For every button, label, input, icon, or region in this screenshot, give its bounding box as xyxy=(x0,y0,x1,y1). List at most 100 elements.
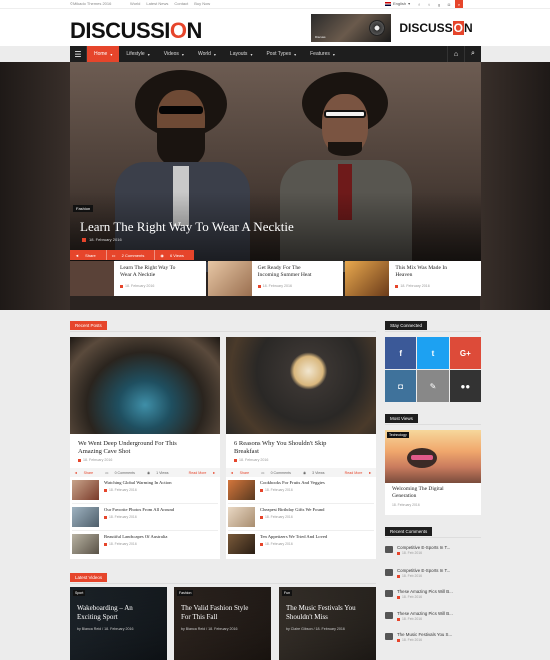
banner-wordmark: DISCUSS O N xyxy=(391,14,481,42)
most-viewed-post[interactable]: Technology Welcoming The Digital Generat… xyxy=(385,430,481,515)
cart-icon[interactable]: ⌂ xyxy=(447,46,464,62)
language-label: English xyxy=(393,1,407,6)
hero-category-badge[interactable]: Fashion xyxy=(73,205,94,212)
chevron-down-icon: ▾ xyxy=(147,51,150,57)
list-thumb xyxy=(72,507,99,527)
calendar-icon xyxy=(397,551,400,555)
list-title: Beautiful Landscapes Of Australia xyxy=(104,534,168,539)
top-link-buy-now[interactable]: Buy Now xyxy=(194,1,210,6)
section-divider xyxy=(385,331,481,332)
chevron-down-icon: ▾ xyxy=(332,51,335,57)
list-thumb xyxy=(72,534,99,554)
nav-item-layouts[interactable]: Layouts ▾ xyxy=(223,46,260,62)
nav-item-world[interactable]: World ▾ xyxy=(191,46,223,62)
recent-comment-item[interactable]: The Music Festivals You S... 18. Feb 2016 xyxy=(385,632,481,642)
comments-count[interactable]: ▭ 0 Comments xyxy=(101,471,143,475)
nav-item-home[interactable]: Home ▾ xyxy=(87,46,120,62)
facebook-icon[interactable]: f xyxy=(385,337,417,369)
chat-icon[interactable]: ●● xyxy=(449,370,481,402)
section-divider xyxy=(70,583,376,584)
recent-posts-label: Recent Posts xyxy=(70,321,107,330)
list-item[interactable]: Watching Global Warming In Action 18. Feb… xyxy=(72,477,218,504)
hero-edge-right xyxy=(480,62,550,310)
comments-count[interactable]: ▭ 0 Comments xyxy=(257,471,299,475)
nav-item-videos[interactable]: Videos ▾ xyxy=(157,46,191,62)
facebook-icon[interactable]: f xyxy=(415,0,423,8)
search-icon[interactable]: ⌕ xyxy=(464,46,481,62)
list-title: Our Favorite Photos From All Around xyxy=(104,507,175,512)
site-logo[interactable]: DISCUSSION xyxy=(70,18,202,44)
video-card[interactable]: Fashion The Valid Fashion Style For This … xyxy=(174,587,271,660)
instagram-icon[interactable]: ◘ xyxy=(385,370,417,402)
recent-comment-item[interactable]: These Amazing Pics Will B... 18. Feb 2016 xyxy=(385,611,481,621)
twitter-icon[interactable]: t xyxy=(417,337,449,369)
list-date: 18. February 2016 xyxy=(104,488,172,492)
vinyl-record-icon xyxy=(369,20,385,36)
hamburger-menu-icon[interactable]: ☰ xyxy=(70,46,87,62)
category-badge[interactable]: Technology xyxy=(387,432,409,438)
recent-comment-item[interactable]: These Amazing Pics Will B... 18. Feb 2016 xyxy=(385,589,481,599)
read-more-link[interactable]: Read More ► xyxy=(181,471,220,475)
top-link-contact[interactable]: Contact xyxy=(174,1,188,6)
chevron-down-icon: ▾ xyxy=(213,51,216,57)
nav-item-post-types[interactable]: Post Types ▾ xyxy=(259,46,303,62)
google-plus-icon[interactable]: G+ xyxy=(449,337,481,369)
share-button[interactable]: ◄ Share xyxy=(226,471,257,475)
video-card[interactable]: Sport Wakeboarding – An Exciting Sport by… xyxy=(70,587,167,660)
top-bar: ©Mikado Themes 2016 World Latest News Co… xyxy=(0,0,550,9)
top-link-world[interactable]: World xyxy=(130,1,140,6)
most-viewed-image: Technology xyxy=(385,430,481,483)
nav-item-lifestyle[interactable]: Lifestyle ▾ xyxy=(119,46,156,62)
hero-title[interactable]: Learn The Right Way To Wear A Necktie xyxy=(80,219,294,235)
top-link-latest-news[interactable]: Latest News xyxy=(146,1,168,6)
calendar-icon xyxy=(260,488,263,492)
google-plus-icon[interactable]: g xyxy=(435,0,443,8)
breakfast-image[interactable] xyxy=(226,337,376,434)
list-item[interactable]: Cheapest Birthday Gifts We Found 18. Febr… xyxy=(228,504,374,531)
category-badge[interactable]: Fashion xyxy=(177,590,194,596)
category-badge[interactable]: Fun xyxy=(282,590,293,596)
post-meta-bar: ◄ Share ▭ 0 Comments ◉ 3 Views Read More… xyxy=(226,468,376,477)
post-column-1: We Went Deep Underground For This Amazin… xyxy=(70,337,220,559)
list-item[interactable]: Beautiful Landscapes Of Australia 18. Feb… xyxy=(72,531,218,557)
recent-comment-item[interactable]: Competitive E-Sports In T... 18. Feb 2016 xyxy=(385,545,481,555)
list-date: 18. February 2016 xyxy=(260,488,325,492)
twitter-icon[interactable]: t xyxy=(425,0,433,8)
language-selector[interactable]: English ▾ xyxy=(385,1,410,6)
hero-card-date: 18. February 2016 xyxy=(120,283,175,290)
recent-comment-item[interactable]: Competitive E-Sports In T... 18. Feb 2016 xyxy=(385,568,481,578)
header-banner-ad[interactable]: Discuss DISCUSS O N xyxy=(311,14,481,42)
banner-small-text: Discuss xyxy=(315,35,326,39)
category-badge[interactable]: Sport xyxy=(73,590,86,596)
hero-card[interactable]: Learn The Right Way To Wear A Necktie 18… xyxy=(70,261,206,296)
post-title[interactable]: We Went Deep Underground For This Amazin… xyxy=(70,434,220,458)
list-date: 18. February 2016 xyxy=(260,515,324,519)
comments-count[interactable]: ▭ 2 Comments xyxy=(105,250,155,260)
list-title: Watching Global Warming In Action xyxy=(104,480,172,485)
calendar-icon xyxy=(82,237,86,242)
list-date: 18. February 2016 xyxy=(104,515,174,519)
calendar-icon xyxy=(78,458,81,462)
edit-icon[interactable]: ✎ xyxy=(417,370,449,402)
read-more-link[interactable]: Read More ► xyxy=(337,471,376,475)
nav-item-features[interactable]: Features ▾ xyxy=(303,46,342,62)
list-thumb xyxy=(228,534,255,554)
list-thumb xyxy=(228,507,255,527)
share-button[interactable]: ◄ Share xyxy=(70,250,106,260)
comment-icon xyxy=(385,590,393,597)
share-button[interactable]: ◄ Share xyxy=(70,471,101,475)
views-count: ◉ 6 Views xyxy=(154,250,194,260)
top-links: World Latest News Contact Buy Now xyxy=(130,1,210,6)
post-title[interactable]: 6 Reasons Why You Shouldn't Skip Breakfa… xyxy=(226,434,376,458)
list-item[interactable]: Ten Appetizers We Tried And Loved 18. Feb… xyxy=(228,531,374,557)
hero-card[interactable]: Get Ready For The Incoming Summer Heat 1… xyxy=(207,261,344,296)
cave-image[interactable] xyxy=(70,337,220,434)
video-card[interactable]: Fun The Music Festivals You Shouldn't Mis… xyxy=(279,587,376,660)
social-tiles: f t G+ ◘ ✎ ●● xyxy=(385,337,481,402)
hero-card[interactable]: This Mix Was Made In Heaven 18. February… xyxy=(345,261,482,296)
search-icon[interactable]: ⌕ xyxy=(455,0,463,8)
list-item[interactable]: Our Favorite Photos From All Around 18. F… xyxy=(72,504,218,531)
most-viewed-date: 18. February 2016 xyxy=(392,503,420,507)
list-item[interactable]: Cookbooks For Fruits And Veggies 18. Febr… xyxy=(228,477,374,504)
instagram-icon[interactable]: ◘ xyxy=(445,0,453,8)
